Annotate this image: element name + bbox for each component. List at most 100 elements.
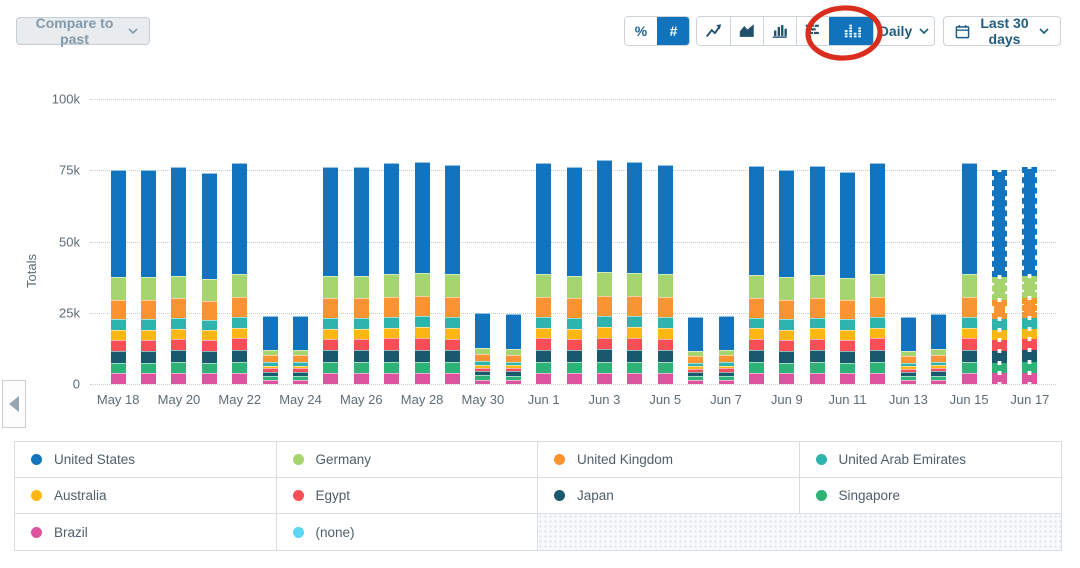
bar-jun-3[interactable]	[596, 160, 612, 384]
bar-slot	[407, 99, 437, 384]
x-tick-label-jun-7: Jun 7	[710, 392, 742, 407]
bar-jun-1[interactable]	[536, 163, 552, 384]
segment-united-arab-emirates	[596, 315, 612, 327]
bar-may-22[interactable]	[232, 163, 248, 384]
bar-jun-12[interactable]	[870, 163, 886, 384]
bar-jun-7[interactable]	[718, 315, 734, 384]
segment-united-arab-emirates	[779, 318, 795, 330]
bar-jun-5[interactable]	[657, 164, 673, 384]
segment-united-arab-emirates	[110, 318, 126, 330]
compare-to-past-button[interactable]: Compare to past	[16, 15, 150, 47]
bar-may-24[interactable]	[293, 315, 309, 384]
date-range-dropdown[interactable]: Last 30 days	[943, 15, 1061, 47]
bar-jun-15[interactable]	[961, 163, 977, 384]
segment-egypt	[657, 338, 673, 350]
segment-united-states	[1022, 167, 1038, 276]
bar-jun-8[interactable]	[748, 166, 764, 384]
x-tick-slot: Jun 15	[950, 392, 989, 410]
analytics-dashboard: Compare to past % # Daily Last 30 days T…	[0, 0, 1080, 568]
bar-may-30[interactable]	[475, 312, 491, 384]
bar-may-19[interactable]	[141, 170, 157, 384]
bar-slot	[802, 99, 832, 384]
segment-japan	[840, 351, 856, 363]
y-tick-label: 25k	[59, 305, 80, 321]
segment-singapore	[748, 362, 764, 374]
segment-japan	[141, 350, 157, 363]
legend-item-egypt[interactable]: Egypt	[276, 478, 538, 514]
segment-egypt	[961, 338, 977, 350]
segment-united-arab-emirates	[992, 318, 1008, 330]
bar-jun-16[interactable]	[992, 170, 1008, 384]
segment-germany	[414, 272, 430, 297]
count-mode-button[interactable]: #	[657, 17, 689, 45]
legend-label: Germany	[315, 452, 372, 467]
x-axis-ticks: May 18 May 20 May 22 May 24 May 26 May 28 May …	[97, 392, 1050, 410]
x-tick-slot	[741, 392, 771, 410]
segment-australia	[870, 327, 886, 339]
area-chart-button[interactable]	[730, 17, 763, 45]
legend-item-japan[interactable]: Japan	[538, 478, 800, 514]
bar-slot	[680, 99, 710, 384]
bar-slot	[863, 99, 893, 384]
bar-jun-17[interactable]	[1022, 167, 1038, 384]
panel-collapse-button[interactable]	[2, 380, 26, 428]
segment-brazil	[748, 373, 764, 384]
x-tick-label-jun-3: Jun 3	[588, 392, 621, 407]
legend-item-united-states[interactable]: United States	[15, 442, 277, 478]
legend-item-australia[interactable]: Australia	[15, 478, 277, 514]
segment-united-arab-emirates	[870, 316, 886, 328]
legend-item-brazil[interactable]: Brazil	[15, 514, 277, 550]
segment-japan	[596, 349, 612, 362]
legend-label: Singapore	[838, 488, 901, 503]
bar-jun-14[interactable]	[931, 314, 947, 384]
legend-item-germany[interactable]: Germany	[276, 442, 538, 478]
segment-united-states	[779, 170, 795, 278]
segment-united-states	[840, 171, 856, 278]
bar-may-21[interactable]	[201, 173, 217, 384]
bar-jun-9[interactable]	[779, 170, 795, 384]
legend-item-united-kingdom[interactable]: United Kingdom	[538, 442, 800, 478]
segment-united-arab-emirates	[961, 316, 977, 328]
x-tick-label-jun-17: Jun 17	[1010, 392, 1050, 407]
segment-united-arab-emirates	[141, 318, 157, 330]
bar-slot	[468, 99, 498, 384]
segment-united-states	[414, 161, 430, 273]
segment-united-kingdom	[748, 297, 764, 318]
segment-australia	[414, 327, 430, 339]
segment-united-states	[110, 170, 126, 278]
interval-dropdown[interactable]: Daily	[873, 16, 935, 46]
segment-germany	[141, 277, 157, 300]
bar-jun-11[interactable]	[840, 171, 856, 384]
segment-japan	[627, 349, 643, 362]
bar-may-26[interactable]	[353, 167, 369, 384]
interval-label: Daily	[878, 23, 913, 39]
bar-may-31[interactable]	[505, 314, 521, 384]
bar-may-28[interactable]	[414, 161, 430, 384]
segment-singapore	[201, 362, 217, 374]
bar-may-29[interactable]	[444, 164, 460, 384]
legend-item-singapore[interactable]: Singapore	[799, 478, 1061, 514]
percent-mode-button[interactable]: %	[625, 17, 657, 45]
bar-may-27[interactable]	[384, 163, 400, 384]
area-chart-icon	[739, 24, 754, 37]
bar-jun-2[interactable]	[566, 167, 582, 384]
stacked-horizontal-bar-button[interactable]	[796, 17, 829, 45]
line-chart-button[interactable]	[697, 17, 730, 45]
segment-australia	[657, 328, 673, 339]
bar-may-23[interactable]	[262, 315, 278, 384]
bar-may-20[interactable]	[171, 167, 187, 384]
bar-jun-13[interactable]	[900, 317, 916, 384]
bar-chart-button[interactable]	[763, 17, 796, 45]
bar-may-18[interactable]	[110, 170, 126, 384]
bar-jun-4[interactable]	[627, 161, 643, 384]
segment-japan	[657, 350, 673, 363]
legend-dot-united-kingdom	[554, 454, 565, 465]
segment-brazil	[596, 372, 612, 384]
stacked-column-chart-button[interactable]	[829, 17, 873, 45]
bar-jun-10[interactable]	[809, 166, 825, 384]
bar-jun-6[interactable]	[688, 317, 704, 384]
legend-item-none[interactable]: (none)	[276, 514, 538, 550]
bar-may-25[interactable]	[323, 167, 339, 384]
legend-item-united-arab-emirates[interactable]: United Arab Emirates	[799, 442, 1061, 478]
segment-brazil	[900, 379, 916, 384]
